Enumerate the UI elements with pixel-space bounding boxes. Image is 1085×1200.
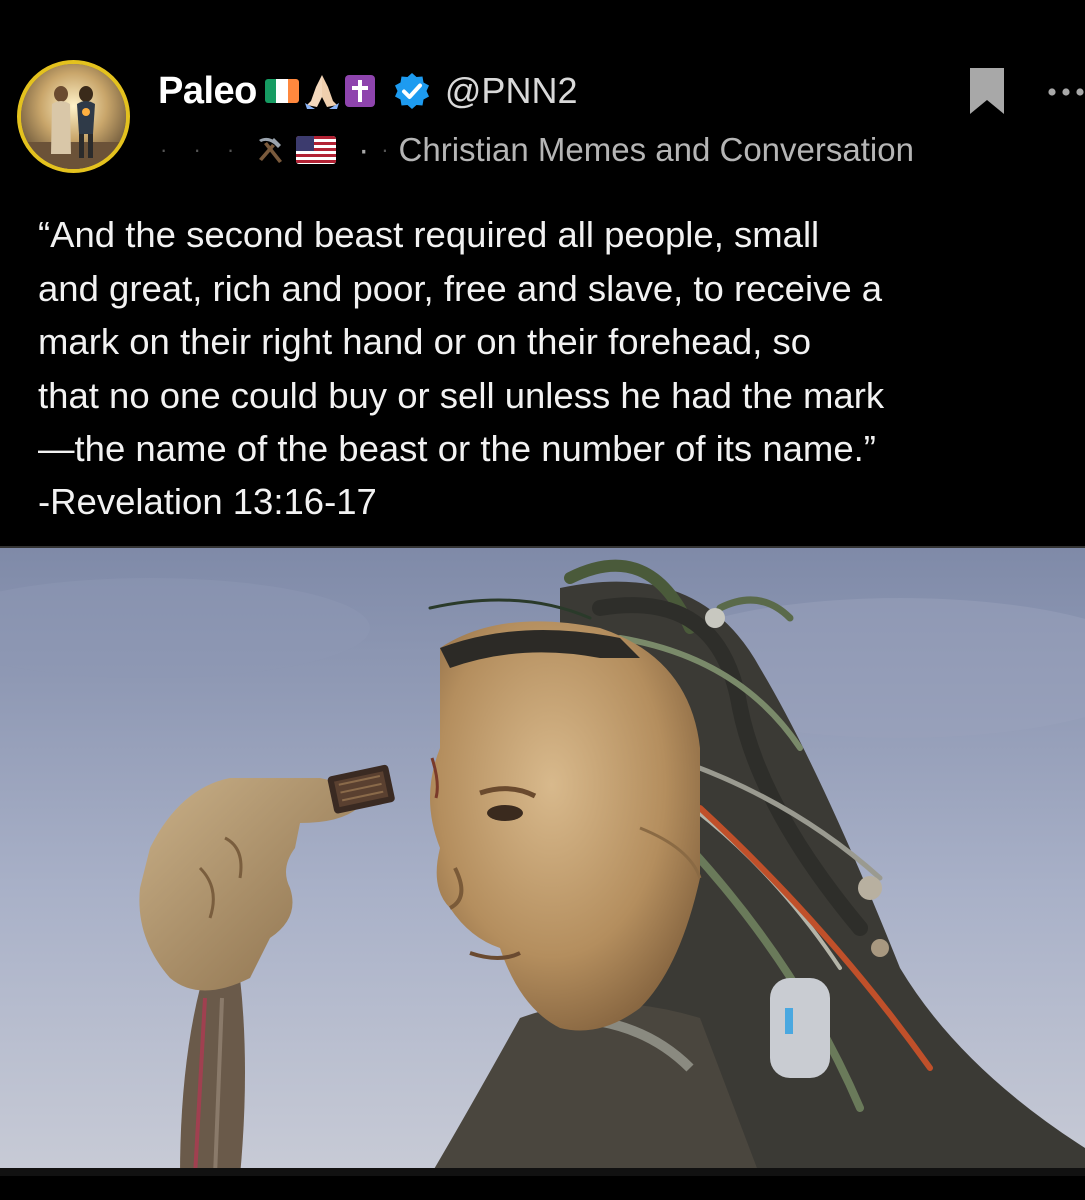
author-subline: · · · · · Christian Memes and Conversati… [160, 128, 914, 172]
obscured-text-dots: · · · [160, 137, 245, 162]
us-flag-icon [296, 136, 337, 164]
more-options-icon[interactable] [1046, 84, 1085, 100]
author-display-name[interactable]: Paleo [158, 70, 257, 113]
community-name[interactable]: Christian Memes and Conversation [399, 131, 914, 169]
author-handle[interactable]: @PNN2 [445, 70, 578, 112]
cyborg-head-with-microchip-image [0, 548, 1085, 1176]
praying-hands-icon [304, 75, 339, 109]
separator-dot: · [358, 131, 370, 168]
bookmark-icon[interactable] [968, 68, 1006, 114]
author-name-row: Paleo @PNN2 [158, 66, 577, 116]
post-media[interactable] [0, 546, 1085, 1176]
post-text: “And the second beast required all peopl… [38, 214, 885, 469]
latin-cross-icon [344, 75, 375, 107]
ireland-flag-icon [264, 79, 299, 103]
verified-badge-icon [394, 73, 429, 109]
avatar[interactable] [17, 60, 130, 173]
post-citation: -Revelation 13:16-17 [38, 481, 377, 522]
separator-dot: · [381, 137, 399, 162]
hammer-and-pick-icon [259, 137, 283, 163]
avatar-image [21, 64, 126, 169]
post-header: Paleo @PNN2 · · · · · Christian Memes an… [0, 0, 1085, 195]
